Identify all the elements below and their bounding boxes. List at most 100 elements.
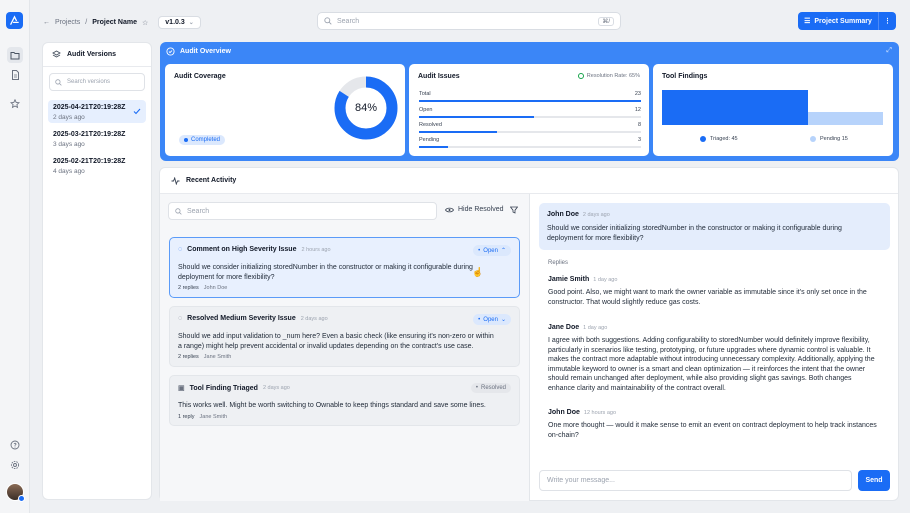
- original-comment: John Doe 2 days ago Should we consider in…: [539, 203, 890, 250]
- audit-issues-card: Audit Issues Resolution Rate: 65% Total 2…: [409, 64, 649, 156]
- issue-label: Total: [419, 91, 431, 97]
- reply: John Doe 12 hours ago One more thought — …: [548, 409, 878, 440]
- search-icon: [324, 17, 332, 25]
- comment-footer: 2 replies Jane Smith: [178, 354, 231, 360]
- search-icon: [55, 78, 62, 86]
- reply-text: I agree with both suggestions. Adding co…: [548, 337, 875, 392]
- eye-icon: [445, 207, 454, 212]
- activity-icon: [171, 176, 180, 185]
- issue-bar-fill: [419, 100, 641, 102]
- comment-author: John Doe: [547, 211, 579, 218]
- issue-value: 23: [634, 91, 641, 97]
- status-dot-icon: •: [478, 247, 481, 254]
- comment-time: 2 days ago: [262, 385, 290, 391]
- filter-icon[interactable]: [510, 206, 518, 214]
- status-badge[interactable]: • Open ⌄: [473, 314, 511, 325]
- search-icon: [175, 207, 182, 215]
- issue-row-resolved: Resolved 8: [419, 122, 641, 133]
- audit-versions-title: Audit Versions: [67, 51, 117, 58]
- global-search-input[interactable]: Search ⌘/: [317, 12, 621, 30]
- reply-author: Jane Doe: [548, 324, 580, 331]
- version-date: 2025-03-21T20:19:28Z: [53, 131, 126, 138]
- reply-time: 1 day ago: [583, 325, 608, 331]
- recent-activity-panel: Recent Activity Search Hide Resolved ◌ Co…: [159, 167, 899, 501]
- comment-body: Should we consider initializing storedNu…: [178, 264, 473, 281]
- tool-findings-title: Tool Findings: [662, 73, 708, 80]
- breadcrumb-projects-link[interactable]: Projects: [55, 19, 80, 26]
- status-badge-label: Completed: [191, 137, 221, 143]
- audit-overview-header: Audit Overview: [166, 47, 231, 56]
- message-input-placeholder: Write your message...: [547, 477, 615, 484]
- tool-icon: ▣: [178, 385, 185, 392]
- comment-time: 2 days ago: [300, 315, 328, 322]
- check-icon: [133, 108, 141, 115]
- status-dot: [184, 138, 188, 142]
- folder-icon[interactable]: [7, 47, 23, 63]
- version-date: 2025-02-21T20:19:28Z: [53, 158, 126, 165]
- audit-overview-title: Audit Overview: [180, 48, 231, 55]
- version-label: v1.0.3: [165, 19, 185, 26]
- comment-body: This works well. Might be worth switchin…: [178, 402, 486, 409]
- issue-bar: [419, 116, 641, 118]
- comment-card[interactable]: ▣ Tool Finding Triaged 2 days ago • Resolve…: [169, 375, 520, 426]
- status-badge: Completed: [179, 135, 226, 145]
- hide-resolved-label: Hide Resolved: [458, 206, 504, 213]
- version-select[interactable]: v1.0.3 ⌄: [158, 16, 201, 29]
- comment-author: Jane Smith: [203, 354, 232, 360]
- document-icon[interactable]: [7, 67, 23, 83]
- comment-footer: 2 replies John Doe: [178, 285, 227, 291]
- more-options-button[interactable]: ⋮: [878, 12, 896, 30]
- comment-card[interactable]: ◌ Comment on High Severity Issue 2 hours a…: [169, 237, 520, 298]
- audit-versions-header: Audit Versions: [43, 43, 151, 67]
- reply-time: 12 hours ago: [583, 410, 616, 416]
- status-badge-label: Resolved: [480, 385, 506, 391]
- comment-time: 2 hours ago: [301, 246, 331, 253]
- issue-value: 12: [634, 107, 641, 113]
- comment-search-input[interactable]: Search: [168, 202, 437, 220]
- list-icon: ☰: [804, 18, 811, 25]
- reply-count: 1 reply: [178, 414, 195, 420]
- status-badge: • Resolved: [470, 383, 511, 393]
- version-item[interactable]: 2025-03-21T20:19:28Z 3 days ago: [48, 127, 146, 150]
- avatar[interactable]: [6, 483, 25, 502]
- resolution-rate: Resolution Rate: 65%: [577, 73, 640, 79]
- status-dot-icon: •: [475, 385, 478, 391]
- reply-count: 2 replies: [178, 354, 199, 360]
- legend-triaged-label: Triaged: 45: [710, 136, 738, 142]
- version-item[interactable]: 2025-02-21T20:19:28Z 4 days ago: [48, 154, 146, 177]
- comment-body: Should we add input validation to _num h…: [178, 333, 494, 350]
- version-search-input[interactable]: Search versions: [49, 73, 145, 91]
- reply-text: One more thought — would it make sense t…: [548, 422, 877, 439]
- hide-resolved-toggle[interactable]: Hide Resolved: [445, 206, 504, 213]
- version-search-placeholder: Search versions: [67, 79, 111, 85]
- recent-activity-header: Recent Activity: [160, 168, 898, 194]
- pending-bar: [807, 112, 883, 125]
- issue-bar: [419, 131, 641, 133]
- chevron-down-icon: ⌄: [500, 317, 506, 323]
- expand-icon[interactable]: ⤢: [886, 47, 892, 55]
- check-circle-icon: [577, 73, 584, 79]
- gear-icon[interactable]: [7, 457, 23, 473]
- issue-bar-fill: [419, 146, 448, 148]
- issue-bar-fill: [419, 131, 497, 133]
- tool-findings-card: Tool Findings Triaged: 45 Pending 15: [653, 64, 893, 156]
- favorite-star-icon[interactable]: ☆: [142, 19, 148, 27]
- project-summary-button[interactable]: ☰ Project Summary: [798, 17, 878, 26]
- version-date: 2025-04-21T20:19:28Z: [53, 104, 126, 111]
- star-icon[interactable]: [7, 96, 23, 112]
- status-badge[interactable]: • Open ⌃: [473, 245, 511, 256]
- replies-label: Replies: [548, 260, 569, 266]
- issue-bar: [419, 146, 641, 148]
- back-arrow-icon[interactable]: ←: [43, 19, 50, 26]
- send-button[interactable]: Send: [858, 470, 890, 491]
- help-icon[interactable]: [7, 437, 23, 453]
- version-item[interactable]: 2025-04-21T20:19:28Z 2 days ago: [48, 100, 146, 123]
- findings-bar-chart: [662, 90, 883, 126]
- comment-search-placeholder: Search: [187, 207, 210, 215]
- app-logo[interactable]: [6, 12, 23, 29]
- comment-card[interactable]: ◌ Resolved Medium Severity Issue 2 days ag…: [169, 306, 520, 367]
- reply-time: 1 day ago: [593, 277, 618, 283]
- reply: Jamie Smith 1 day ago Good point. Also, w…: [548, 276, 878, 307]
- message-input[interactable]: Write your message...: [539, 470, 852, 491]
- comment-title: Resolved Medium Severity Issue: [187, 315, 296, 322]
